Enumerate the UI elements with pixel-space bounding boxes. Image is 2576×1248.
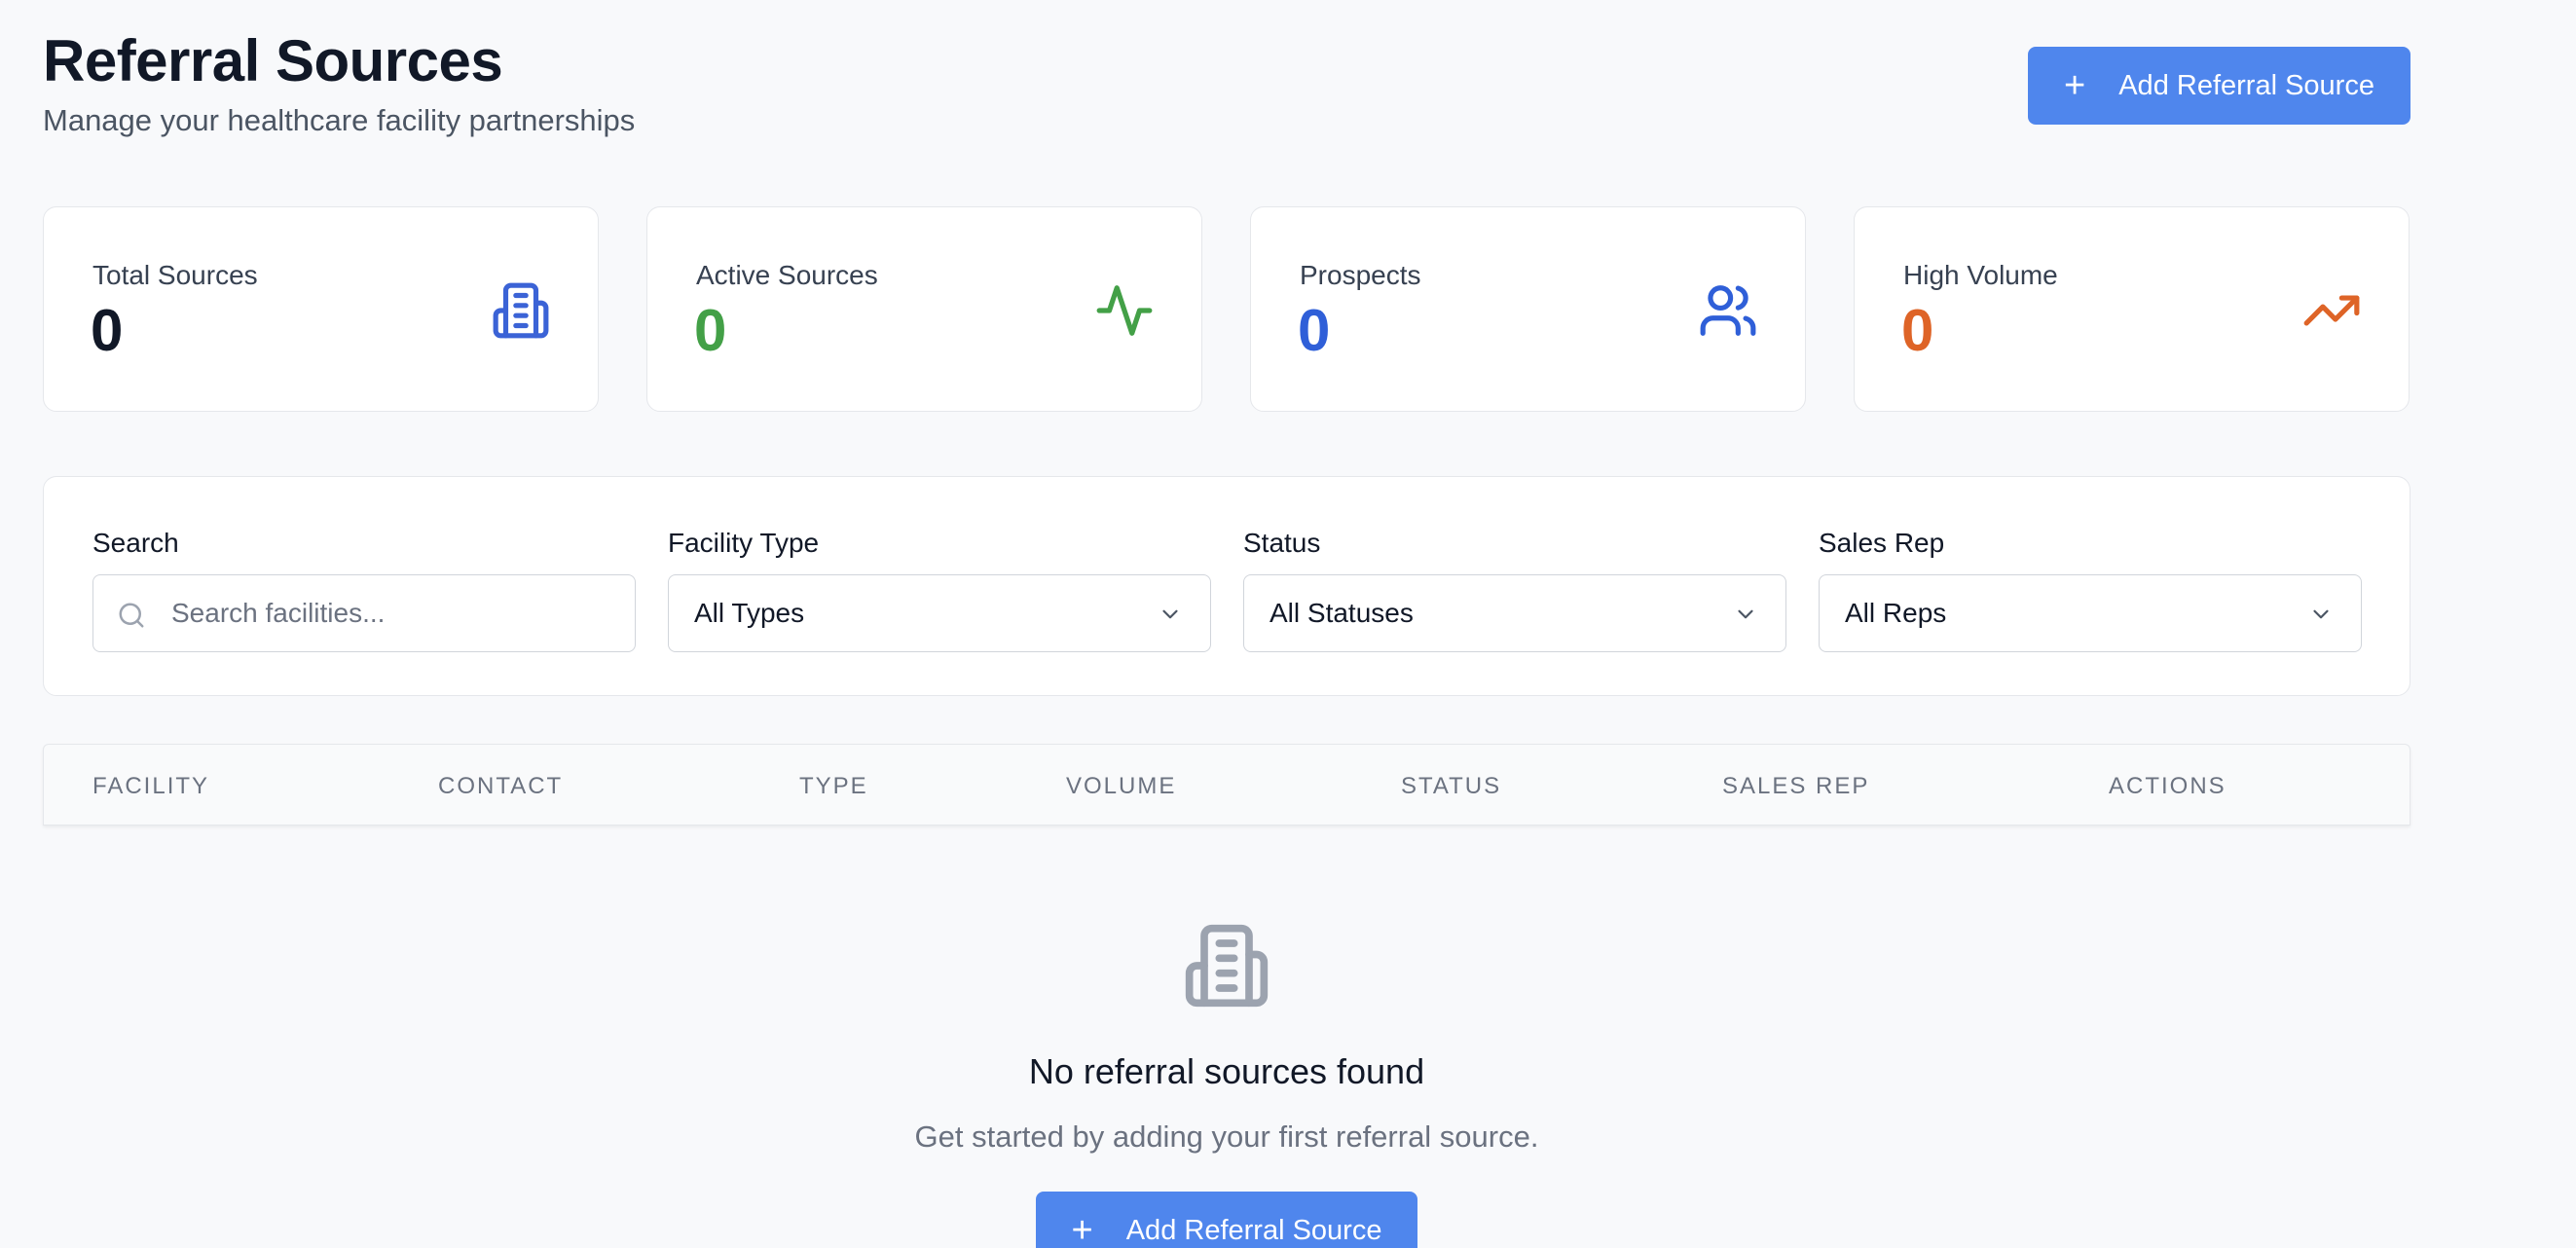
chevron-down-icon (1738, 609, 1753, 619)
status-label: Status (1243, 528, 1321, 558)
plus-icon: + (1071, 1210, 1093, 1248)
column-header-actions: Actions (2109, 773, 2226, 799)
table-header: Facility Contact Type Volume Status Sale… (43, 744, 2410, 826)
sales-rep-select[interactable]: All Reps (1819, 574, 2362, 652)
empty-state-title: No referral sources found (1028, 1051, 1425, 1091)
add-referral-source-button[interactable]: + Add Referral Source (2028, 47, 2410, 125)
column-header-volume[interactable]: Volume (1066, 773, 1176, 800)
search-icon (119, 603, 144, 628)
column-header-facility[interactable]: Facility (92, 773, 209, 800)
sales-rep-value: All Reps (1845, 598, 1947, 628)
add-referral-source-label: Add Referral Source (2118, 69, 2374, 101)
stat-label: Total Sources (92, 260, 258, 290)
stat-label: Active Sources (696, 260, 878, 290)
building-icon (493, 282, 549, 339)
search-input[interactable] (93, 575, 635, 651)
facility-type-select[interactable]: All Types (668, 574, 1211, 652)
stat-value: 0 (1901, 298, 1934, 363)
facility-type-value: All Types (694, 598, 805, 628)
empty-state-add-button[interactable]: + Add Referral Source (1036, 1192, 1417, 1248)
stat-value: 0 (694, 298, 727, 363)
status-select[interactable]: All Statuses (1243, 574, 1786, 652)
search-label: Search (92, 528, 179, 558)
chevron-down-icon (2313, 609, 2329, 619)
stat-value: 0 (91, 298, 124, 363)
sales-rep-label: Sales Rep (1819, 528, 1945, 558)
stat-label: Prospects (1300, 260, 1421, 290)
column-header-type[interactable]: Type (799, 773, 868, 800)
column-header-contact[interactable]: Contact (438, 773, 563, 800)
status-value: All Statuses (1270, 598, 1414, 628)
stat-card-total-sources: Total Sources 0 (43, 206, 599, 412)
page-title: Referral Sources (43, 28, 503, 93)
chevron-down-icon (1162, 609, 1178, 619)
users-icon (1700, 285, 1756, 336)
trending-up-icon (2303, 295, 2360, 326)
page-subtitle: Manage your healthcare facility partners… (43, 103, 636, 137)
column-header-sales-rep[interactable]: Sales Rep (1722, 773, 1869, 800)
stat-card-high-volume: High Volume 0 (1854, 206, 2410, 412)
search-field (92, 574, 636, 652)
empty-state-text: Get started by adding your first referra… (914, 1120, 1539, 1154)
sales-rep-filter: Sales Rep All Reps (1819, 528, 2362, 652)
activity-icon (1096, 285, 1153, 336)
search-filter: Search (92, 528, 636, 652)
status-filter: Status All Statuses (1243, 528, 1786, 652)
facility-type-filter: Facility Type All Types (668, 528, 1211, 652)
stat-card-prospects: Prospects 0 (1250, 206, 1806, 412)
facility-type-label: Facility Type (668, 528, 820, 558)
stat-label: High Volume (1903, 260, 2058, 290)
plus-icon: + (2064, 65, 2086, 106)
building-icon (1185, 924, 1269, 1008)
column-header-status[interactable]: Status (1401, 773, 1501, 800)
filters-panel: Search Facility Type All Types Status Al… (43, 476, 2410, 696)
empty-state-add-label: Add Referral Source (1125, 1214, 1382, 1246)
stat-card-active-sources: Active Sources 0 (646, 206, 1202, 412)
page: Referral Sources Manage your healthcare … (0, 0, 2576, 1248)
stat-value: 0 (1298, 298, 1331, 363)
